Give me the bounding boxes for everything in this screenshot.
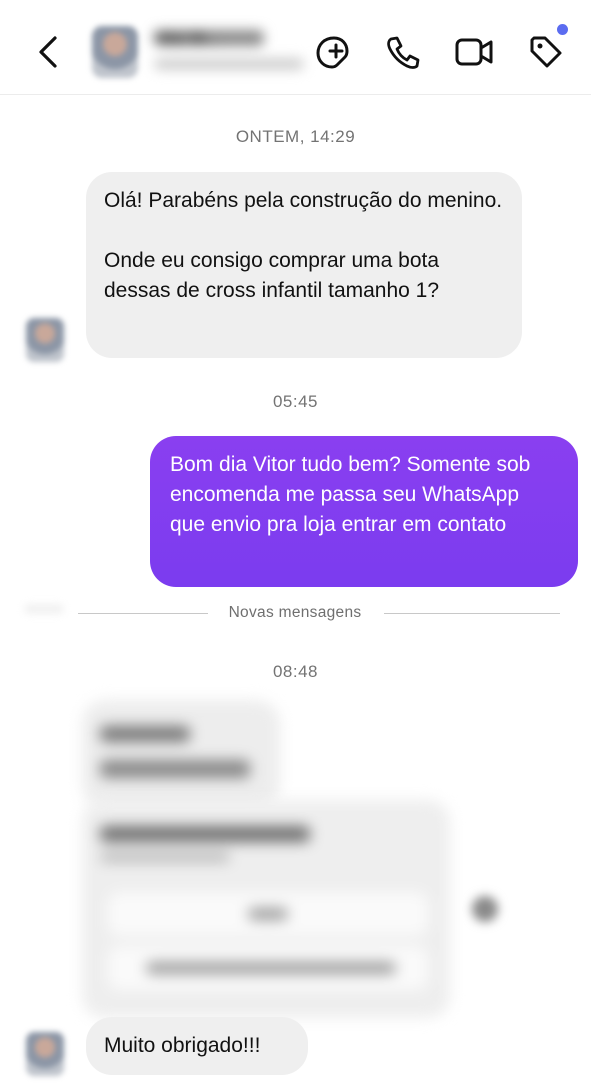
tag-icon[interactable] [526, 30, 566, 74]
timestamp: 05:45 [272, 392, 319, 411]
sender-avatar[interactable] [26, 318, 64, 362]
sender-avatar[interactable] [26, 1032, 64, 1076]
notification-dot [557, 24, 568, 35]
shared-card-blurred[interactable] [82, 800, 450, 1018]
incoming-message[interactable]: Olá! Parabéns pela construção do menino.… [86, 172, 522, 358]
chat-header: Vitor Br... [0, 0, 591, 95]
contact-avatar[interactable] [92, 26, 138, 78]
shared-contact-bubble-blurred[interactable] [82, 700, 280, 808]
sticker-icon[interactable] [312, 30, 352, 74]
phone-icon[interactable] [382, 30, 422, 74]
incoming-message[interactable]: Muito obrigado!!! [86, 1017, 308, 1075]
contact-name-blurred[interactable]: Vitor Br... [148, 22, 318, 86]
contact-subtitle [154, 58, 304, 70]
contact-name: Vitor Br... [154, 30, 264, 47]
divider-line-left [78, 613, 208, 614]
timestamp: ONTEM, 14:29 [235, 127, 356, 146]
timestamp: 08:48 [272, 662, 319, 681]
video-camera-icon[interactable] [454, 30, 494, 74]
new-messages-divider: Novas mensagens [228, 604, 362, 621]
back-chevron-icon[interactable] [28, 30, 68, 74]
divider-line-right [384, 613, 560, 614]
share-icon[interactable] [472, 896, 498, 922]
outgoing-message[interactable]: Bom dia Vitor tudo bem? Somente sob enco… [150, 436, 578, 587]
seen-indicator [24, 604, 64, 614]
